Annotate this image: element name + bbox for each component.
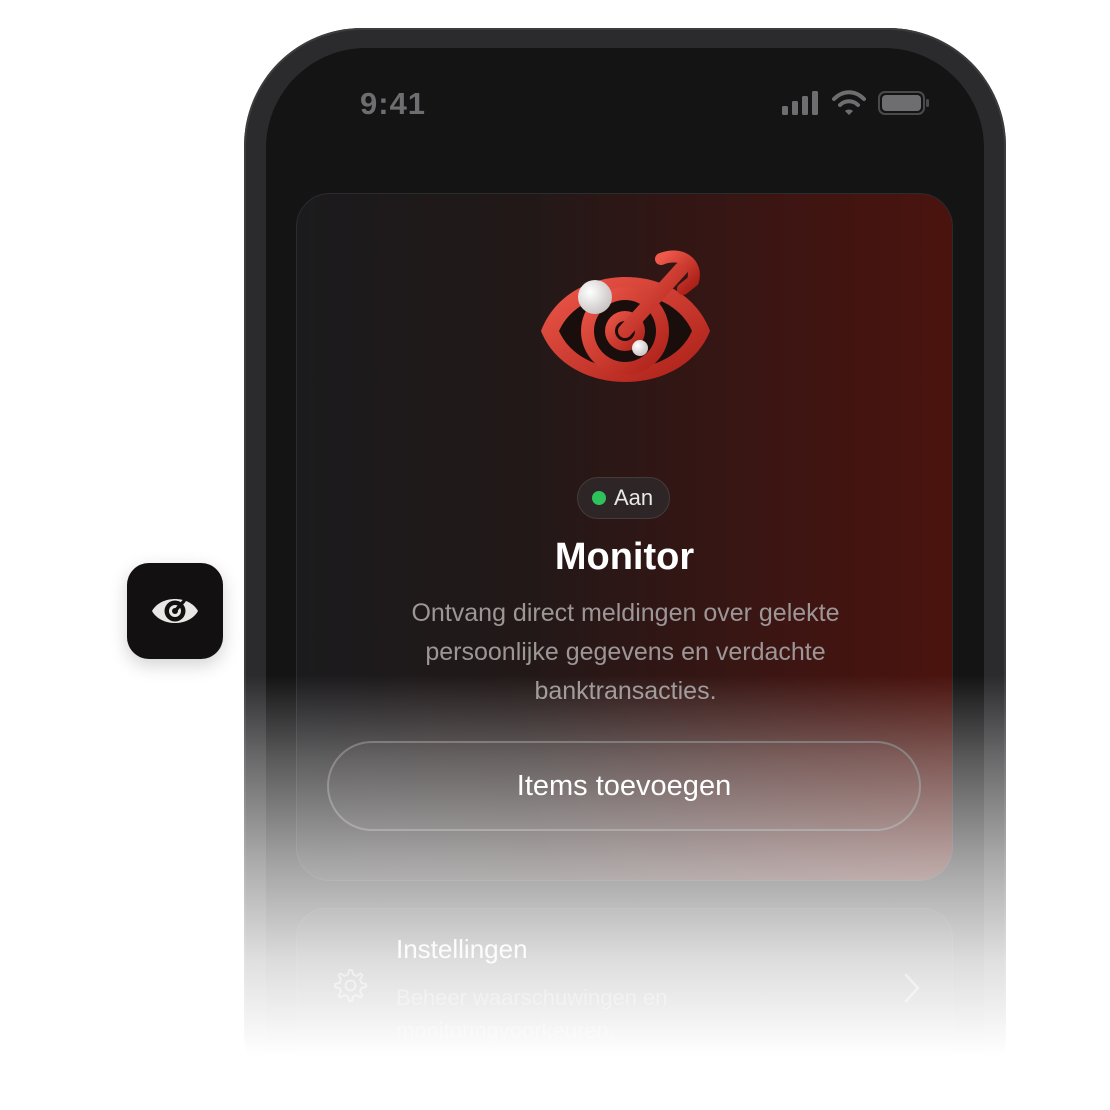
status-bar: 9:41 bbox=[266, 48, 984, 158]
status-badge-label: Aan bbox=[614, 485, 654, 510]
status-icons bbox=[782, 90, 930, 116]
card-description: Ontvang direct meldingen over gelekte pe… bbox=[411, 599, 840, 705]
phone-screen: 9:41 Aan Monitor Ontvang direct meldinge… bbox=[266, 48, 984, 1110]
eye-radar-icon bbox=[152, 599, 198, 623]
monitor-card: Aan Monitor Ontvang direct meldingen ove… bbox=[296, 193, 953, 881]
settings-description: Beheer waarschuwingen en monitoringvoork… bbox=[396, 985, 668, 1043]
status-time: 9:41 bbox=[360, 86, 427, 121]
monitor-hero-icon bbox=[541, 250, 710, 382]
chevron-right-icon bbox=[904, 973, 920, 1003]
settings-row[interactable]: Instellingen Beheer waarschuwingen en mo… bbox=[296, 908, 953, 1108]
add-items-button[interactable]: Items toevoegen bbox=[327, 741, 921, 831]
wifi-icon bbox=[832, 90, 866, 115]
status-badge: Aan bbox=[577, 477, 671, 519]
card-title: Monitor bbox=[554, 536, 695, 578]
gear-icon bbox=[334, 969, 367, 1002]
status-dot bbox=[592, 491, 606, 505]
app-icon[interactable] bbox=[127, 563, 223, 659]
battery-icon bbox=[878, 91, 929, 115]
cellular-signal-icon bbox=[782, 91, 818, 115]
settings-title: Instellingen bbox=[396, 934, 528, 964]
